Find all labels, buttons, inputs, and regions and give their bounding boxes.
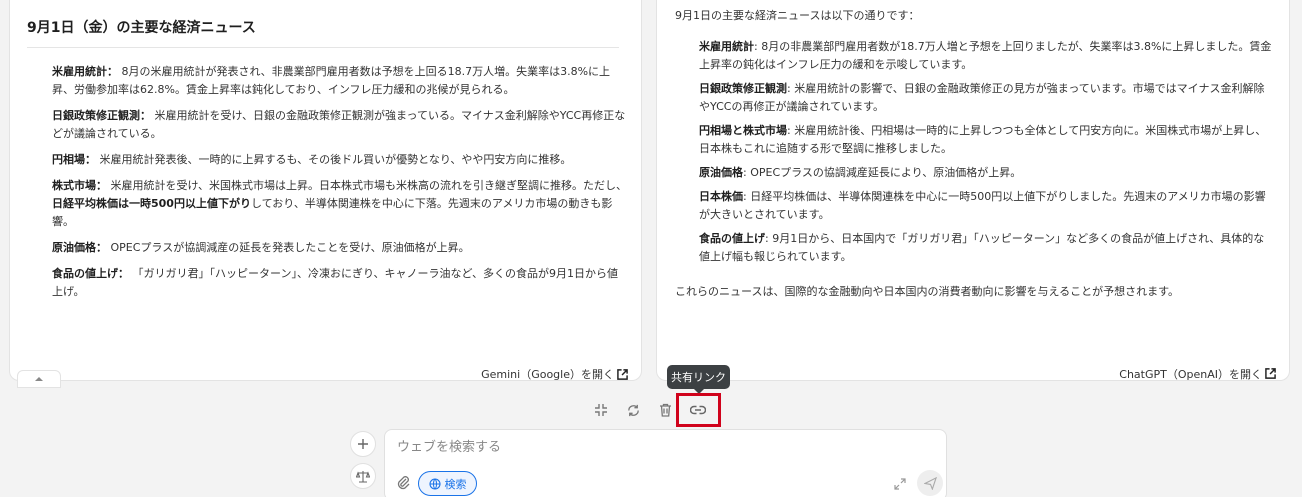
list-item: 食品の値上げ： 「ガリガリ君」「ハッピーターン」、冷凍おにぎり、キャノーラ油など… bbox=[52, 265, 627, 301]
item-text: 米雇用統計を受け、米国株式市場は上昇。日本株式市場も米株高の流れを引き継ぎ堅調に… bbox=[107, 179, 627, 192]
item-label: 円相場と株式市場 bbox=[699, 124, 787, 137]
item-text: 米雇用統計発表後、一時的に上昇するも、その後ドル買いが優勢となり、やや円安方向に… bbox=[96, 153, 572, 166]
scale-icon bbox=[356, 470, 370, 483]
web-search-toggle[interactable]: 検索 bbox=[418, 471, 477, 496]
list-item: 株式市場： 米雇用統計を受け、米国株式市場は上昇。日本株式市場も米株高の流れを引… bbox=[52, 177, 627, 231]
open-chatgpt-link[interactable]: ChatGPT（OpenAI）を開く bbox=[1119, 367, 1276, 381]
response-body: 米雇用統計: 8月の非農業部門雇用者数が18.7万人増と予想を上回りましたが、失… bbox=[699, 38, 1274, 272]
item-text: 8月の米雇用統計が発表され、非農業部門雇用者数は予想を上回る18.7万人増。失業… bbox=[52, 65, 611, 96]
response-outro: これらのニュースは、国際的な金融動向や日本国内の消費者動向に影響を与えることが予… bbox=[675, 285, 1180, 298]
item-label: 食品の値上げ bbox=[699, 232, 765, 245]
item-label: 原油価格 bbox=[699, 166, 743, 179]
plus-icon bbox=[358, 439, 368, 449]
list-item: 食品の値上げ: 9月1日から、日本国内で「ガリガリ君」「ハッピーターン」など多く… bbox=[699, 230, 1274, 266]
expand-icon[interactable] bbox=[893, 477, 907, 491]
item-text: : OPECプラスの協調減産延長により、原油価格が上昇。 bbox=[743, 166, 1022, 179]
delete-button[interactable] bbox=[656, 401, 674, 419]
refresh-icon bbox=[627, 404, 639, 416]
paperclip-icon[interactable] bbox=[395, 474, 411, 490]
item-label: 日本株価 bbox=[699, 190, 743, 203]
item-label: 円相場： bbox=[52, 153, 96, 166]
chat-input-box: 検索 bbox=[384, 429, 947, 497]
highlight-box bbox=[676, 393, 721, 427]
send-icon bbox=[923, 476, 937, 490]
item-text: : 8月の非農業部門雇用者数が18.7万人増と予想を上回りましたが、失業率は3.… bbox=[699, 40, 1272, 71]
sync-button[interactable] bbox=[624, 401, 642, 419]
list-item: 日銀政策修正観測: 米雇用統計の影響で、日銀の金融政策修正の見方が強まっています… bbox=[699, 80, 1274, 116]
open-gemini-link[interactable]: Gemini（Google）を開く bbox=[481, 367, 628, 381]
list-item: 円相場： 米雇用統計発表後、一時的に上昇するも、その後ドル買いが優勢となり、やや… bbox=[52, 151, 627, 169]
list-item: 日本株価: 日経平均株価は、半導体関連株を中心に一時500円以上値下がりしました… bbox=[699, 188, 1274, 224]
chatgpt-response-panel: 9月1日の主要な経済ニュースは以下の通りです： 米雇用統計: 8月の非農業部門雇… bbox=[656, 0, 1290, 381]
list-item: 原油価格: OPECプラスの協調減産延長により、原油価格が上昇。 bbox=[699, 164, 1274, 182]
divider bbox=[27, 47, 619, 48]
external-link-icon bbox=[617, 368, 628, 380]
item-label: 原油価格： bbox=[52, 241, 107, 254]
response-title: 9月1日（金）の主要な経済ニュース bbox=[27, 20, 256, 36]
collapse-button[interactable] bbox=[17, 370, 61, 388]
external-link-icon bbox=[1265, 368, 1276, 379]
shrink-button[interactable] bbox=[592, 401, 610, 419]
item-text: OPECプラスが協調減産の延長を発表したことを受け、原油価格が上昇。 bbox=[107, 241, 470, 254]
item-text: : 日経平均株価は、半導体関連株を中心に一時500円以上値下がりしました。先週末… bbox=[699, 190, 1266, 221]
search-input[interactable] bbox=[397, 436, 917, 458]
list-item: 原油価格： OPECプラスが協調減産の延長を発表したことを受け、原油価格が上昇。 bbox=[52, 239, 627, 257]
list-item: 米雇用統計： 8月の米雇用統計が発表され、非農業部門雇用者数は予想を上回る18.… bbox=[52, 63, 627, 99]
item-label: 米雇用統計 bbox=[699, 40, 754, 53]
item-label: 株式市場： bbox=[52, 179, 107, 192]
compare-button[interactable] bbox=[350, 463, 376, 489]
add-button[interactable] bbox=[350, 431, 376, 457]
globe-icon bbox=[428, 477, 441, 490]
item-label: 食品の値上げ： bbox=[52, 267, 129, 280]
open-link-label: Gemini（Google）を開く bbox=[481, 368, 614, 381]
send-button[interactable] bbox=[917, 470, 943, 496]
share-link-tooltip: 共有リンク bbox=[667, 365, 730, 394]
item-emphasis: 日経平均株価は一時500円以上値下がり bbox=[52, 197, 251, 210]
chevron-up-icon bbox=[35, 377, 43, 381]
trash-icon bbox=[659, 403, 671, 417]
item-label: 米雇用統計： bbox=[52, 65, 118, 78]
item-label: 日銀政策修正観測： bbox=[52, 109, 151, 122]
gemini-response-panel: 9月1日（金）の主要な経済ニュース 米雇用統計： 8月の米雇用統計が発表され、非… bbox=[9, 0, 642, 381]
shrink-icon bbox=[595, 404, 607, 416]
response-body: 米雇用統計： 8月の米雇用統計が発表され、非農業部門雇用者数は予想を上回る18.… bbox=[52, 63, 627, 309]
response-intro: 9月1日の主要な経済ニュースは以下の通りです： bbox=[675, 9, 920, 22]
item-label: 日銀政策修正観測 bbox=[699, 82, 787, 95]
list-item: 円相場と株式市場: 米雇用統計後、円相場は一時的に上昇しつつも全体として円安方向… bbox=[699, 122, 1274, 158]
list-item: 日銀政策修正観測： 米雇用統計を受け、日銀の金融政策修正観測が強まっている。マイ… bbox=[52, 107, 627, 143]
open-link-label: ChatGPT（OpenAI）を開く bbox=[1119, 367, 1262, 381]
list-item: 米雇用統計: 8月の非農業部門雇用者数が18.7万人増と予想を上回りましたが、失… bbox=[699, 38, 1274, 74]
item-text: 「ガリガリ君」「ハッピーターン」、冷凍おにぎり、キャノーラ油など、多くの食品が9… bbox=[52, 267, 618, 298]
search-chip-label: 検索 bbox=[444, 477, 467, 491]
item-text: : 9月1日から、日本国内で「ガリガリ君」「ハッピーターン」など多くの食品が値上… bbox=[699, 232, 1265, 263]
